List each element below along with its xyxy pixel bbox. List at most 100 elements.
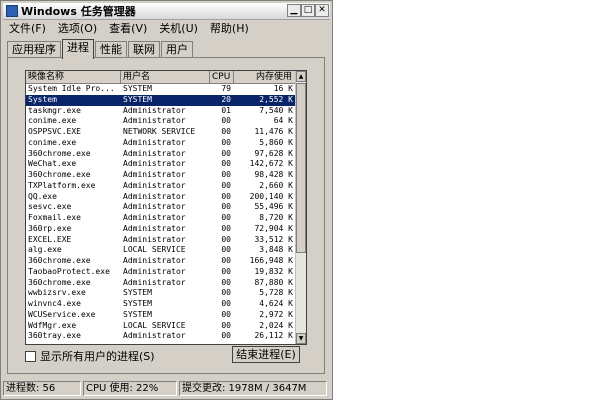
- row-image-name: 360chrome.exe: [28, 170, 91, 179]
- table-row[interactable]: 360chrome.exe Administrator 00 98,428 K: [26, 170, 296, 181]
- table-row[interactable]: alg.exe LOCAL SERVICE 00 3,848 K: [26, 245, 296, 256]
- header-mem-usage[interactable]: 内存使用: [234, 71, 296, 83]
- table-row[interactable]: WdfMgr.exe LOCAL SERVICE 00 2,024 K: [26, 321, 296, 332]
- scroll-thumb[interactable]: [296, 83, 306, 253]
- row-user-name: SYSTEM: [123, 309, 152, 319]
- row-mem-usage: 2,552 K: [259, 94, 293, 104]
- row-cpu: 00: [221, 299, 231, 308]
- row-mem-usage: 2,972 K: [259, 309, 293, 319]
- table-row[interactable]: 360chrome.exe Administrator 00 166,948 K: [26, 256, 296, 267]
- table-row[interactable]: System SYSTEM 20 2,552 K: [26, 94, 296, 106]
- row-mem-usage: 19,832 K: [254, 266, 293, 276]
- row-mem-usage: 142,672 K: [249, 159, 293, 169]
- tab-processes[interactable]: 进程: [62, 39, 94, 59]
- table-row[interactable]: Foxmail.exe Administrator 00 8,720 K: [26, 213, 296, 224]
- table-row[interactable]: OSPPSVC.EXE NETWORK SERVICE 00 11,476 K: [26, 127, 296, 138]
- header-image-name[interactable]: 映像名称: [26, 71, 121, 83]
- tab-applications[interactable]: 应用程序: [7, 41, 61, 58]
- row-image-name: conime.exe: [28, 116, 77, 126]
- row-image-name: WdfMgr.exe: [28, 320, 77, 330]
- show-all-users-option[interactable]: 显示所有用户的进程(S): [25, 348, 155, 364]
- table-row[interactable]: sesvc.exe Administrator 00 55,496 K: [26, 202, 296, 213]
- row-cpu: 00: [221, 223, 231, 233]
- process-rows: System Idle Pro... SYSTEM 79 16 K System SYST…: [26, 84, 296, 342]
- status-commit-charge: 提交更改: 1978M / 3647M: [179, 381, 327, 396]
- row-user-name: Administrator: [123, 148, 186, 158]
- table-row[interactable]: 360chrome.exe Administrator 00 87,880 K: [26, 278, 296, 289]
- row-mem-usage: 26,112 K: [254, 331, 293, 341]
- table-row[interactable]: WCUService.exe SYSTEM 00 2,972 K: [26, 310, 296, 321]
- header-cpu[interactable]: CPU: [210, 71, 234, 83]
- row-mem-usage: 5,728 K: [259, 288, 293, 298]
- table-row[interactable]: taskmgr.exe Administrator 01 7,540 K: [26, 106, 296, 117]
- row-image-name: System Idle Pro...: [28, 84, 115, 93]
- row-user-name: SYSTEM: [123, 94, 152, 104]
- title-bar[interactable]: Windows 任务管理器 ▁ □ ✕: [3, 3, 330, 20]
- row-cpu: 00: [221, 159, 231, 169]
- process-list[interactable]: 映像名称 用户名 CPU 内存使用 System Idle Pro... SYST…: [25, 70, 307, 345]
- table-row[interactable]: System Idle Pro... SYSTEM 79 16 K: [26, 84, 296, 95]
- row-mem-usage: 11,476 K: [254, 127, 293, 136]
- row-user-name: Administrator: [123, 105, 186, 115]
- row-image-name: OSPPSVC.EXE: [28, 127, 81, 136]
- menu-file[interactable]: 文件(F): [3, 20, 52, 36]
- minimize-button[interactable]: ▁: [287, 4, 301, 17]
- show-all-users-checkbox[interactable]: [25, 350, 36, 362]
- row-user-name: SYSTEM: [123, 288, 152, 298]
- row-image-name: 360chrome.exe: [28, 277, 91, 287]
- end-process-button[interactable]: 结束进程(E): [232, 346, 300, 363]
- maximize-button[interactable]: □: [301, 4, 315, 17]
- table-row[interactable]: 360chrome.exe Administrator 00 97,628 K: [26, 149, 296, 160]
- row-image-name: EXCEL.EXE: [28, 234, 72, 244]
- row-user-name: Administrator: [123, 180, 186, 190]
- tab-performance[interactable]: 性能: [95, 41, 127, 58]
- row-cpu: 00: [221, 116, 231, 126]
- tab-networking[interactable]: 联网: [128, 41, 160, 58]
- row-mem-usage: 72,904 K: [254, 223, 293, 233]
- row-cpu: 00: [221, 180, 231, 190]
- row-cpu: 00: [221, 277, 231, 287]
- table-row[interactable]: WeChat.exe Administrator 00 142,672 K: [26, 159, 296, 170]
- table-row[interactable]: TaobaoProtect.exe Administrator 00 19,832 K: [26, 267, 296, 278]
- row-user-name: Administrator: [123, 170, 186, 179]
- table-row[interactable]: 360rp.exe Administrator 00 72,904 K: [26, 224, 296, 235]
- table-row[interactable]: 360tray.exe Administrator 00 26,112 K: [26, 331, 296, 342]
- row-user-name: Administrator: [123, 256, 186, 265]
- row-mem-usage: 2,024 K: [259, 320, 293, 330]
- table-row[interactable]: conime.exe Administrator 00 64 K: [26, 116, 296, 127]
- task-manager-icon: [6, 5, 18, 17]
- show-all-users-label: 显示所有用户的进程(S): [40, 350, 155, 363]
- row-mem-usage: 2,660 K: [259, 180, 293, 190]
- row-cpu: 00: [221, 256, 231, 265]
- table-row[interactable]: EXCEL.EXE Administrator 00 33,512 K: [26, 235, 296, 246]
- menu-shutdown[interactable]: 关机(U): [153, 20, 204, 36]
- row-image-name: alg.exe: [28, 245, 62, 255]
- row-user-name: Administrator: [123, 234, 186, 244]
- row-cpu: 01: [221, 105, 231, 115]
- header-user-name[interactable]: 用户名: [121, 71, 210, 83]
- menu-help[interactable]: 帮助(H): [204, 20, 255, 36]
- tab-strip: 应用程序 进程 性能 联网 用户: [7, 39, 194, 59]
- row-cpu: 79: [221, 84, 231, 93]
- tab-users[interactable]: 用户: [161, 41, 193, 58]
- table-row[interactable]: conime.exe Administrator 00 5,860 K: [26, 138, 296, 149]
- task-manager-window: Windows 任务管理器 ▁ □ ✕ 文件(F) 选项(O) 查看(V) 关机…: [0, 0, 333, 400]
- close-button[interactable]: ✕: [315, 4, 329, 17]
- row-image-name: 360tray.exe: [28, 331, 81, 341]
- table-row[interactable]: TXPlatform.exe Administrator 00 2,660 K: [26, 181, 296, 192]
- row-mem-usage: 64 K: [273, 116, 293, 126]
- table-row[interactable]: winvnc4.exe SYSTEM 00 4,624 K: [26, 299, 296, 310]
- vertical-scrollbar[interactable]: ▲ ▼: [295, 71, 306, 344]
- status-cpu-usage: CPU 使用: 22%: [83, 381, 177, 396]
- menu-view[interactable]: 查看(V): [103, 20, 153, 36]
- scroll-up-icon[interactable]: ▲: [296, 71, 306, 82]
- scroll-down-icon[interactable]: ▼: [296, 333, 306, 344]
- row-cpu: 00: [221, 331, 231, 341]
- table-row[interactable]: QQ.exe Administrator 00 200,140 K: [26, 192, 296, 203]
- row-mem-usage: 33,512 K: [254, 234, 293, 244]
- row-user-name: NETWORK SERVICE: [123, 127, 196, 136]
- row-mem-usage: 166,948 K: [249, 256, 293, 265]
- table-row[interactable]: wwbizsrv.exe SYSTEM 00 5,728 K: [26, 288, 296, 299]
- row-cpu: 00: [221, 320, 231, 330]
- menu-options[interactable]: 选项(O): [52, 20, 103, 36]
